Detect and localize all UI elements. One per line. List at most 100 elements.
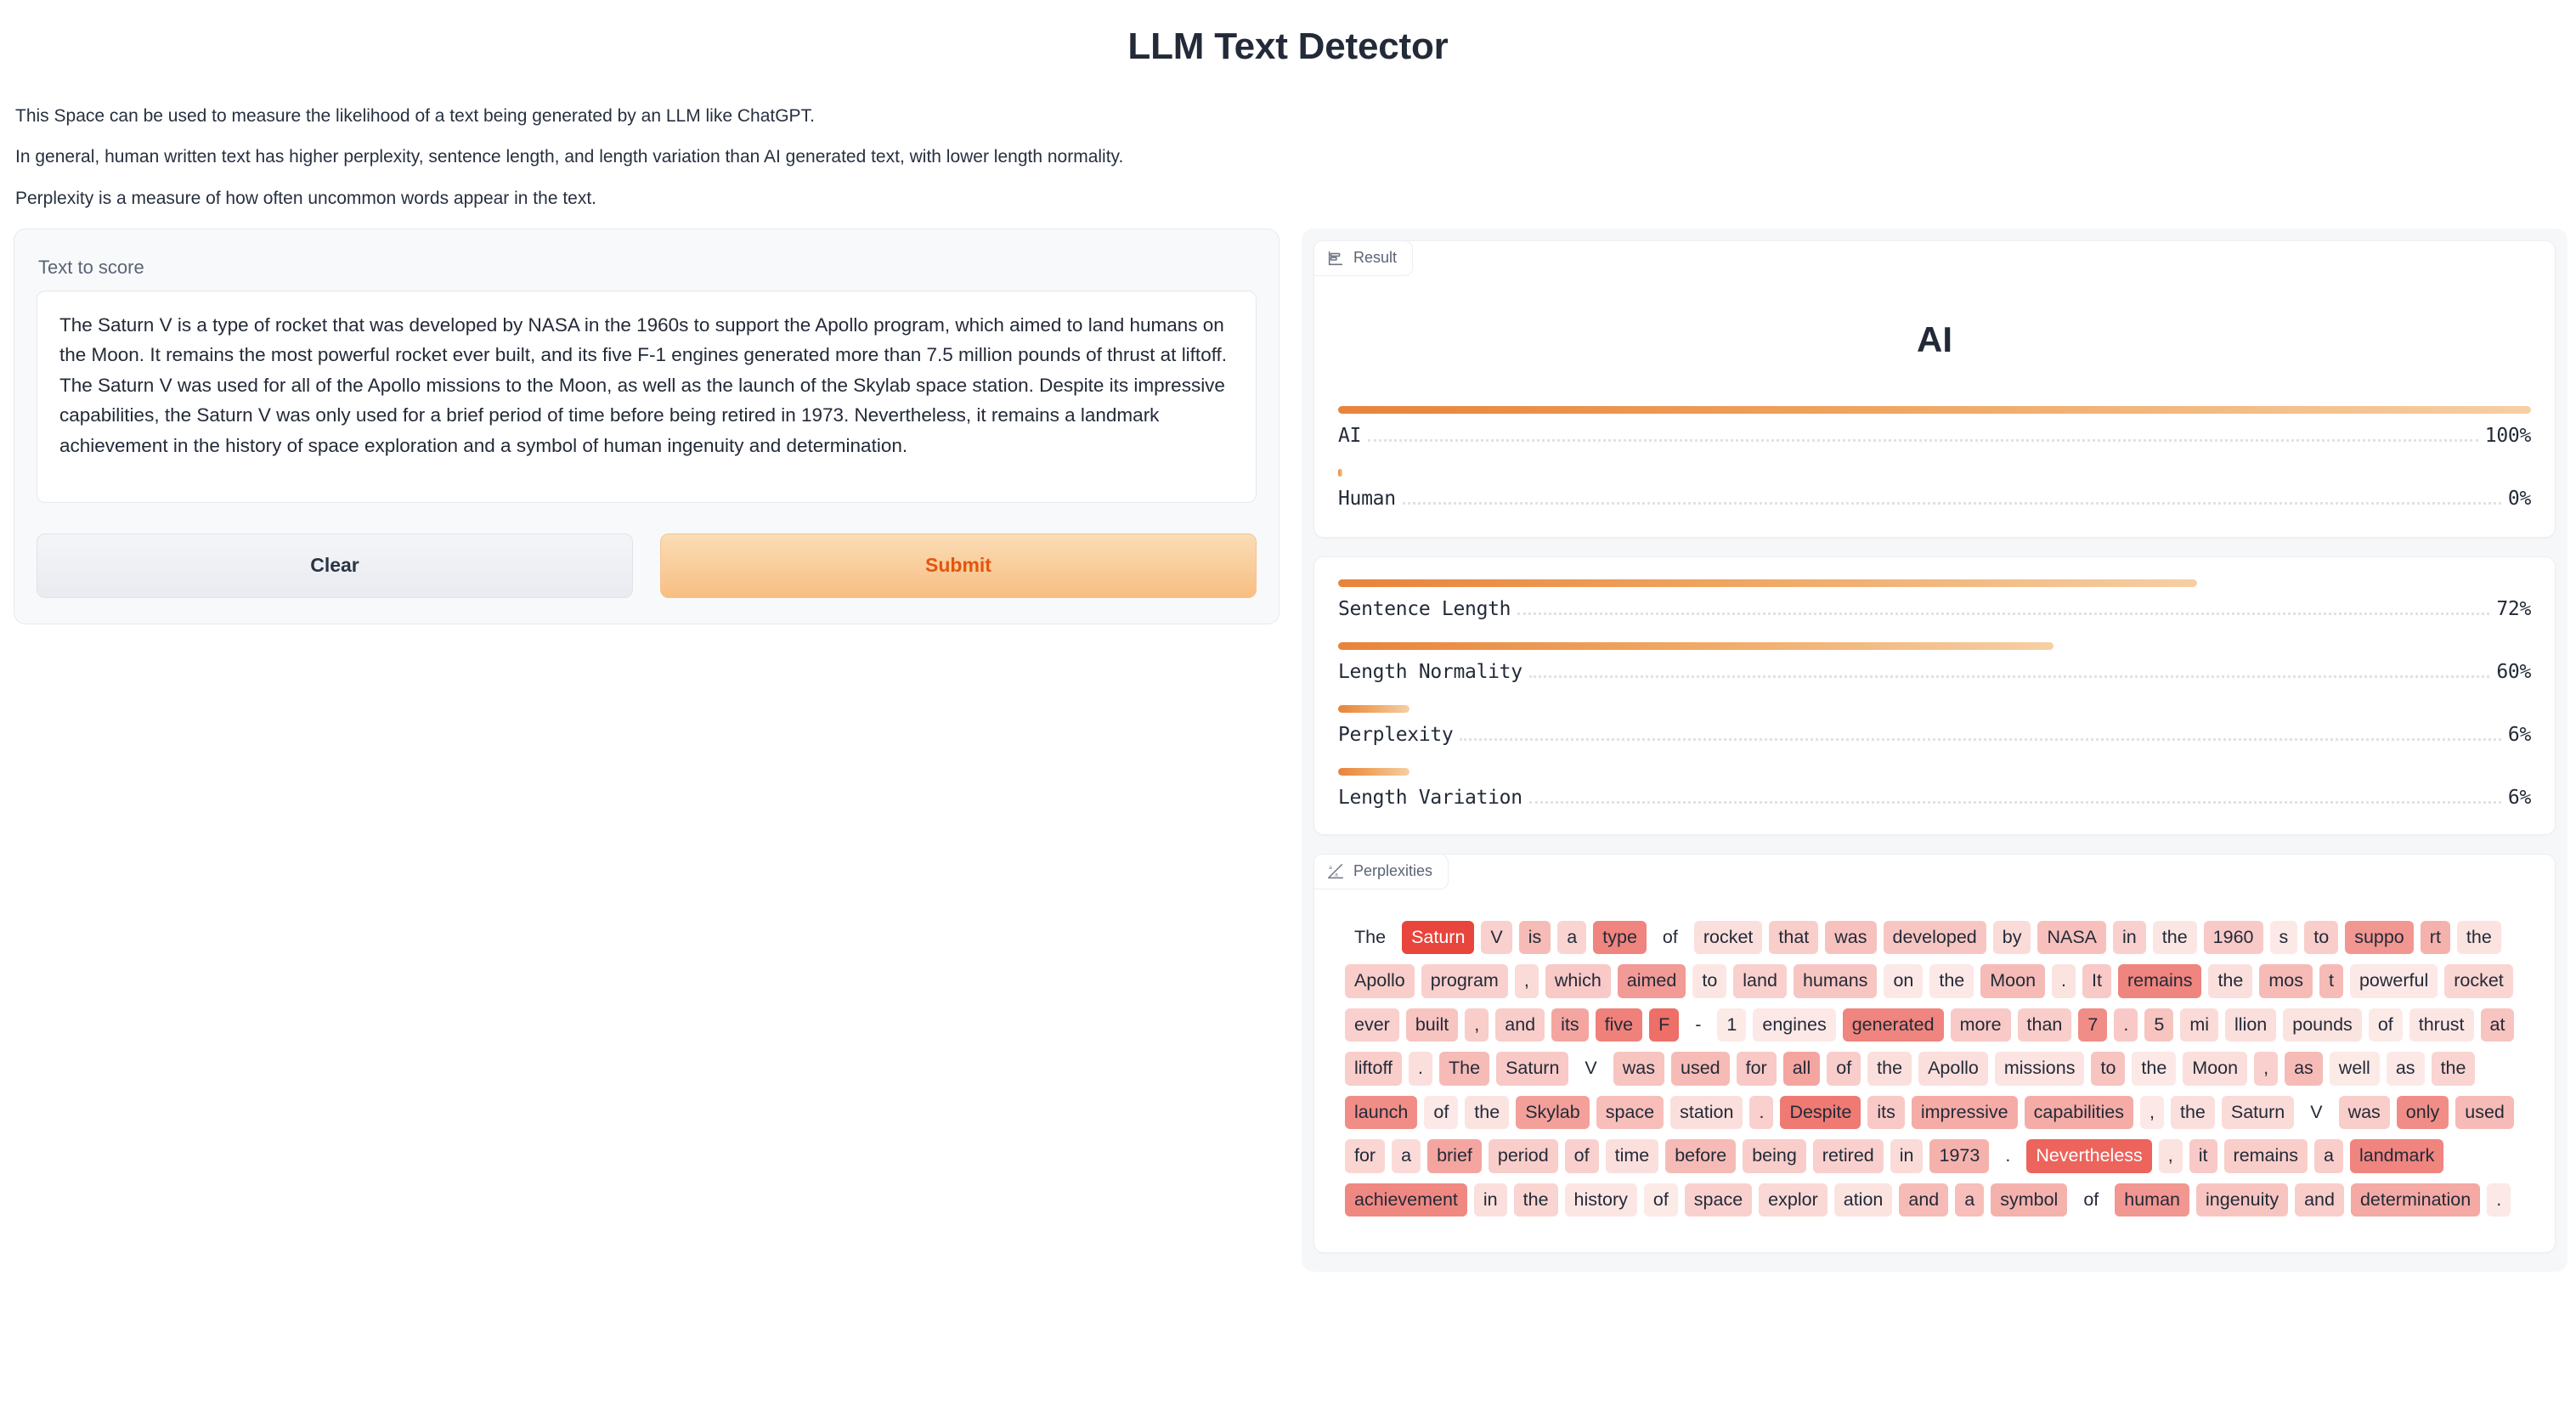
token: rocket <box>2444 964 2513 998</box>
leader-dots <box>1528 675 2490 678</box>
token: of <box>1643 1183 1678 1217</box>
token: 1973 <box>1929 1139 1990 1173</box>
leader-dots <box>1528 800 2501 804</box>
token: liftoff <box>1345 1052 1403 1086</box>
bar-track <box>1338 767 2531 776</box>
token: t <box>2319 964 2343 998</box>
token: mos <box>2259 964 2313 998</box>
token: developed <box>1883 920 1986 955</box>
right-column: Result AI AI 100% Human 0% Sentence Length 7… <box>1302 228 2568 1273</box>
token: It <box>2082 964 2111 998</box>
verdict-bars: AI 100% Human 0% <box>1338 405 2532 510</box>
metric-row: Human 0% <box>1338 468 2531 510</box>
token: a <box>1392 1139 1421 1173</box>
token: . <box>2114 1008 2138 1042</box>
token: remains <box>2117 964 2202 998</box>
token: as <box>2285 1052 2323 1086</box>
token: symbol <box>1991 1183 2068 1217</box>
token: time <box>1605 1139 1659 1173</box>
token: . <box>2487 1183 2511 1217</box>
tab-perplexities[interactable]: a a Perplexities <box>1313 853 1449 889</box>
token: explor <box>1759 1183 1827 1217</box>
token: mi <box>2180 1008 2219 1042</box>
metric-name: Length Variation <box>1338 786 1522 809</box>
token: built <box>1405 1008 1459 1042</box>
bar-chart-icon <box>1328 251 1343 265</box>
token: the <box>1465 1095 1510 1130</box>
token: a <box>1557 920 1587 955</box>
form-actions: Clear Submit <box>37 533 1257 598</box>
token: in <box>2113 920 2146 955</box>
token-list: The Saturn Vis a type of rocket that was develope… <box>1326 909 2543 1231</box>
results-container: Result AI AI 100% Human 0% Sentence Length 7… <box>1302 228 2568 1273</box>
bar-track <box>1338 641 2531 650</box>
token: before <box>1665 1139 1737 1173</box>
metric-name: AI <box>1338 424 1362 447</box>
main-columns: Text to score The Saturn V is a type of … <box>0 228 2576 1307</box>
token: engines <box>1753 1008 1836 1042</box>
input-form-card: Text to score The Saturn V is a type of … <box>14 228 1280 624</box>
token: . <box>2052 964 2076 998</box>
token: all <box>1782 1052 1821 1086</box>
token: at <box>2480 1008 2515 1042</box>
token: and <box>2295 1183 2344 1217</box>
metric-value: 0% <box>2507 487 2531 510</box>
text-to-score-value: The Saturn V is a type of rocket that wa… <box>59 313 1228 456</box>
clear-button[interactable]: Clear <box>37 533 633 598</box>
token: the <box>2431 1052 2476 1086</box>
token: Despite <box>1780 1095 1861 1130</box>
token: - <box>1695 1013 1702 1035</box>
token: human <box>2115 1183 2189 1217</box>
token: rt <box>2420 920 2450 955</box>
token: llion <box>2225 1008 2277 1042</box>
token: by <box>1992 920 2031 955</box>
submit-button[interactable]: Submit <box>660 533 1257 598</box>
leader-dots <box>1460 737 2501 741</box>
token: well <box>2329 1052 2380 1086</box>
token: was <box>1613 1052 1664 1086</box>
token: NASA <box>2037 920 2107 955</box>
token: to <box>1692 964 1727 998</box>
token: ever <box>1345 1008 1399 1042</box>
token: the <box>1513 1183 1558 1217</box>
token: impressive <box>1911 1095 2018 1130</box>
bar-track <box>1338 579 2531 587</box>
token: 5 <box>2144 1008 2174 1042</box>
token: . <box>1749 1095 1774 1130</box>
token: five <box>1595 1008 1643 1042</box>
token: history <box>1564 1183 1637 1217</box>
metric-name: Length Normality <box>1338 660 1522 683</box>
tab-result[interactable]: Result <box>1313 240 1414 276</box>
token: for <box>1345 1139 1386 1173</box>
perplexities-card: a a Perplexities The Saturn Vis a type of rock… <box>1313 853 2556 1254</box>
highlight-text-icon: a a <box>1328 863 1343 878</box>
bar-fill <box>1338 767 1410 776</box>
token: which <box>1545 964 1611 998</box>
token: the <box>1867 1052 1912 1086</box>
bar-fill <box>1338 468 1342 477</box>
token: Moon <box>1980 964 2046 998</box>
token: retired <box>1812 1139 1884 1173</box>
metrics-card: Sentence Length 72% Length Normality 60% Per… <box>1313 556 2556 835</box>
metric-bars: Sentence Length 72% Length Normality 60% Per… <box>1338 579 2531 809</box>
left-column: Text to score The Saturn V is a type of … <box>14 228 1280 624</box>
metric-value: 60% <box>2496 660 2531 683</box>
leader-dots <box>1402 501 2501 505</box>
token: aimed <box>1617 964 1686 998</box>
token: a <box>1955 1183 1985 1217</box>
bar-fill <box>1338 704 1410 713</box>
token: missions <box>1994 1052 2085 1086</box>
token: Saturn <box>1496 1052 1569 1086</box>
metric-row: AI 100% <box>1338 405 2532 447</box>
token: of <box>2368 1008 2403 1042</box>
token: and <box>1899 1183 1949 1217</box>
token: brief <box>1427 1139 1482 1173</box>
metric-value: 100% <box>2484 424 2532 447</box>
token: , <box>2139 1095 2164 1130</box>
metric-row: Sentence Length 72% <box>1338 579 2531 620</box>
text-to-score-input[interactable]: The Saturn V is a type of rocket that wa… <box>37 290 1257 503</box>
token: used <box>1671 1052 1730 1086</box>
token: land <box>1733 964 1787 998</box>
verdict-label: AI <box>1917 319 1952 359</box>
token: the <box>2152 920 2197 955</box>
